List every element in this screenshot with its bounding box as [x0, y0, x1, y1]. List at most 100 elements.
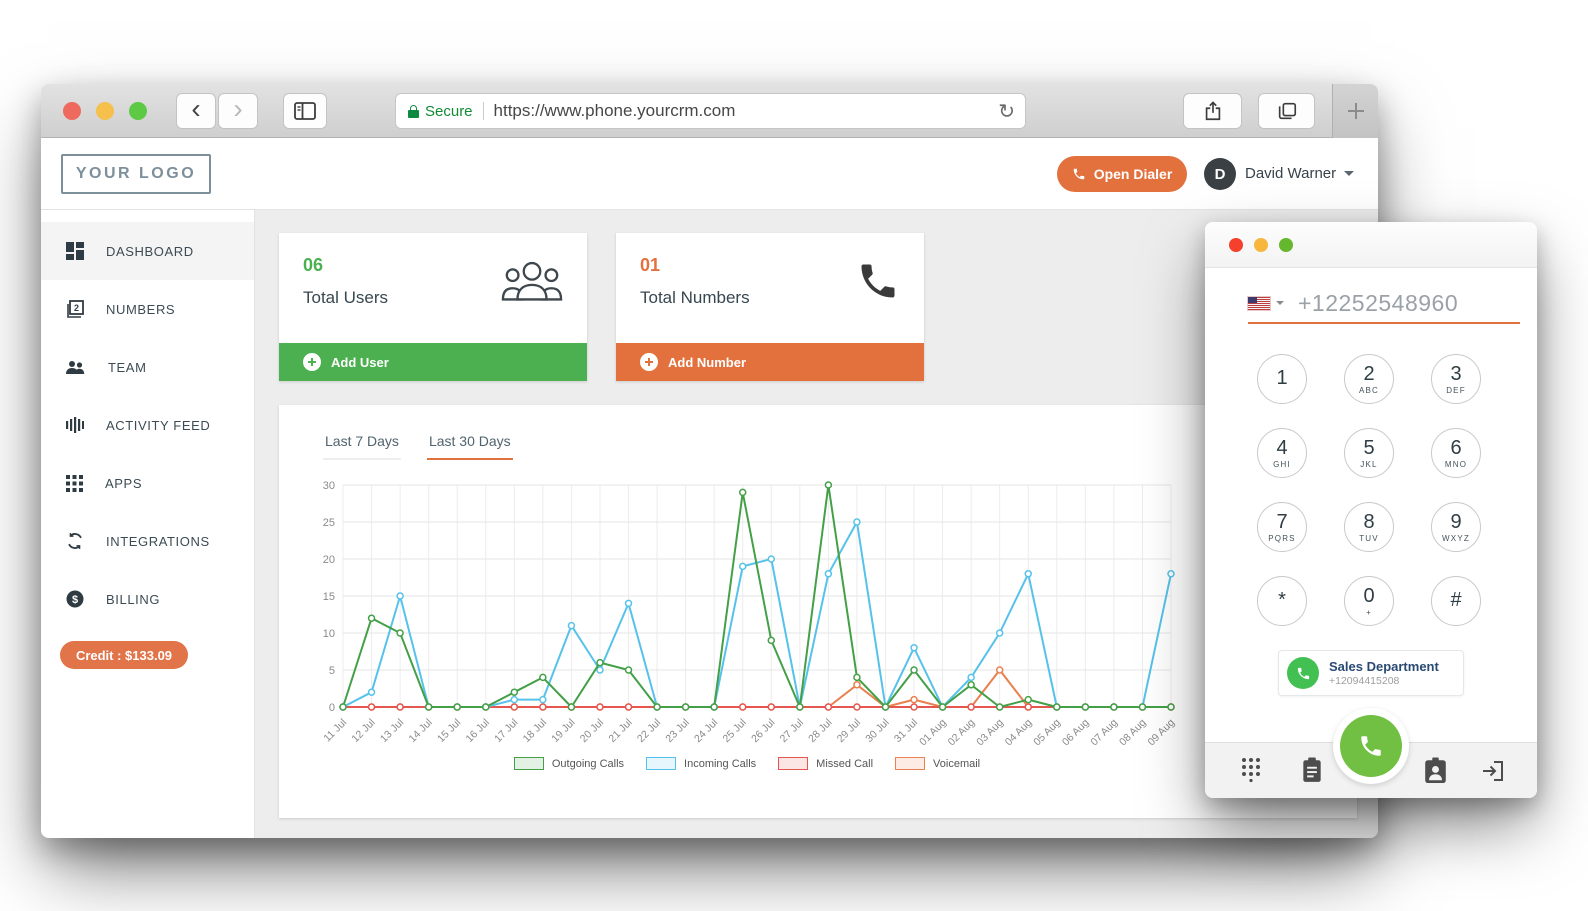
toggle-sidebar-button[interactable]	[283, 93, 327, 129]
tabs-icon	[1276, 100, 1298, 122]
svg-text:24 Jul: 24 Jul	[692, 717, 720, 745]
billing-icon: $	[66, 590, 84, 608]
svg-text:10: 10	[323, 628, 335, 640]
contacts-icon[interactable]	[1424, 757, 1447, 783]
calls-chart: 05101520253011 Jul12 Jul13 Jul14 Jul15 J…	[307, 475, 1187, 775]
sidebar-item-label: NUMBERS	[106, 302, 175, 317]
dialpad-tab-icon[interactable]	[1241, 757, 1261, 783]
sidebar-item-dashboard[interactable]: DASHBOARD	[41, 222, 254, 280]
show-tabs-button[interactable]	[1258, 93, 1315, 129]
plus-icon	[303, 353, 321, 371]
plus-icon	[1345, 100, 1367, 122]
svg-text:20 Jul: 20 Jul	[578, 717, 606, 745]
address-bar[interactable]: Secure https://www.phone.yourcrm.com ↻	[395, 93, 1026, 129]
legend-item[interactable]: Voicemail	[895, 757, 980, 770]
contact-phone-icon	[1287, 657, 1319, 689]
svg-text:0: 0	[329, 702, 335, 714]
svg-text:02 Aug: 02 Aug	[946, 717, 978, 749]
sidebar-item-label: APPS	[105, 476, 142, 491]
add-user-button[interactable]: Add User	[279, 343, 587, 381]
phone-icon	[856, 259, 900, 303]
zoom-window-button[interactable]	[129, 102, 147, 120]
dialpad-key-1[interactable]: 1	[1257, 354, 1307, 404]
legend-swatch	[646, 757, 676, 770]
tab-last-30-days[interactable]: Last 30 Days	[427, 433, 513, 460]
sidebar-item-activity-feed[interactable]: ACTIVITY FEED	[41, 396, 254, 454]
close-window-button[interactable]	[1229, 238, 1243, 252]
dialer-titlebar	[1205, 222, 1537, 268]
call-log-icon[interactable]	[1301, 757, 1323, 783]
user-avatar[interactable]: D	[1204, 158, 1236, 190]
back-icon: ‹	[191, 93, 200, 125]
browser-window: ‹ › Secure https://www.phone.yourcrm.com…	[41, 84, 1378, 838]
svg-text:14 Jul: 14 Jul	[406, 717, 434, 745]
dialpad-key-3[interactable]: 3DEF	[1431, 354, 1481, 404]
minimize-window-button[interactable]	[1254, 238, 1268, 252]
app-body: DASHBOARD 2 NUMBERS TEAM ACTIVITY FEED A…	[41, 210, 1378, 838]
contact-card[interactable]: Sales Department +12094415208	[1278, 650, 1464, 696]
dialpad-key-4[interactable]: 4GHI	[1257, 428, 1307, 478]
open-dialer-button[interactable]: Open Dialer	[1057, 156, 1187, 192]
chevron-down-icon[interactable]	[1276, 301, 1284, 305]
sidebar-item-team[interactable]: TEAM	[41, 338, 254, 396]
dialpad-key-2[interactable]: 2ABC	[1344, 354, 1394, 404]
legend-item[interactable]: Missed Call	[778, 757, 873, 770]
svg-text:13 Jul: 13 Jul	[378, 717, 406, 745]
dialpad-key-hash[interactable]: #	[1431, 576, 1481, 626]
share-button[interactable]	[1183, 93, 1242, 129]
add-number-button[interactable]: Add Number	[616, 343, 924, 381]
sidebar-item-numbers[interactable]: 2 NUMBERS	[41, 280, 254, 338]
tab-last-7-days[interactable]: Last 7 Days	[323, 433, 401, 460]
open-dialer-label: Open Dialer	[1094, 166, 1173, 182]
legend-swatch	[895, 757, 925, 770]
contact-number: +12094415208	[1329, 675, 1439, 687]
total-numbers-card: 01 Total Numbers Add Number	[616, 233, 924, 381]
legend-label: Voicemail	[933, 758, 980, 770]
minimize-window-button[interactable]	[96, 102, 114, 120]
forward-icon: ›	[233, 93, 242, 125]
sidebar-item-billing[interactable]: $ BILLING	[41, 570, 254, 628]
svg-text:$: $	[72, 594, 78, 606]
sign-out-icon[interactable]	[1481, 759, 1505, 783]
sidebar-item-label: DASHBOARD	[106, 244, 194, 259]
dial-number-field[interactable]: +12252548960	[1248, 284, 1520, 324]
svg-text:16 Jul: 16 Jul	[464, 717, 492, 745]
zoom-window-button[interactable]	[1279, 238, 1293, 252]
call-button[interactable]	[1333, 708, 1409, 784]
share-icon	[1202, 99, 1224, 123]
sidebar-item-integrations[interactable]: INTEGRATIONS	[41, 512, 254, 570]
dialpad-key-star[interactable]: *	[1257, 576, 1307, 626]
dialpad-key-6[interactable]: 6MNO	[1431, 428, 1481, 478]
sidebar-item-label: ACTIVITY FEED	[106, 418, 210, 433]
chart-legend: Outgoing Calls Incoming Calls Missed Call V…	[307, 757, 1187, 770]
svg-text:22 Jul: 22 Jul	[635, 717, 663, 745]
legend-item[interactable]: Incoming Calls	[646, 757, 756, 770]
dialer-window: +12252548960 1 2ABC 3DEF 4GHI 5JKL 6MNO …	[1205, 222, 1537, 798]
dialpad-key-8[interactable]: 8TUV	[1344, 502, 1394, 552]
sidebar-item-apps[interactable]: APPS	[41, 454, 254, 512]
svg-text:09 Aug: 09 Aug	[1146, 717, 1178, 749]
dialpad-key-5[interactable]: 5JKL	[1344, 428, 1394, 478]
back-button[interactable]: ‹	[176, 93, 216, 129]
logo[interactable]: YOUR LOGO	[61, 154, 211, 194]
svg-text:28 Jul: 28 Jul	[806, 717, 834, 745]
dialpad-key-9[interactable]: 9WXYZ	[1431, 502, 1481, 552]
dialpad-key-7[interactable]: 7PQRS	[1257, 502, 1307, 552]
svg-text:29 Jul: 29 Jul	[835, 717, 863, 745]
calls-chart-card: Last 7 Days Last 30 Days 05101520253011 …	[279, 405, 1357, 818]
phone-icon	[1072, 167, 1086, 181]
svg-text:01 Aug: 01 Aug	[917, 717, 949, 749]
dialpad-key-0[interactable]: 0+	[1344, 576, 1394, 626]
svg-text:04 Aug: 04 Aug	[1003, 717, 1035, 749]
user-menu[interactable]: David Warner	[1245, 165, 1354, 182]
legend-item[interactable]: Outgoing Calls	[514, 757, 624, 770]
svg-text:27 Jul: 27 Jul	[778, 717, 806, 745]
close-window-button[interactable]	[63, 102, 81, 120]
call-phone-icon	[1340, 715, 1402, 777]
plus-icon	[640, 353, 658, 371]
secure-label: Secure	[425, 103, 473, 120]
new-tab-button[interactable]	[1332, 84, 1378, 138]
svg-text:08 Aug: 08 Aug	[1117, 717, 1149, 749]
reload-icon[interactable]: ↻	[998, 99, 1015, 124]
forward-button[interactable]: ›	[218, 93, 258, 129]
